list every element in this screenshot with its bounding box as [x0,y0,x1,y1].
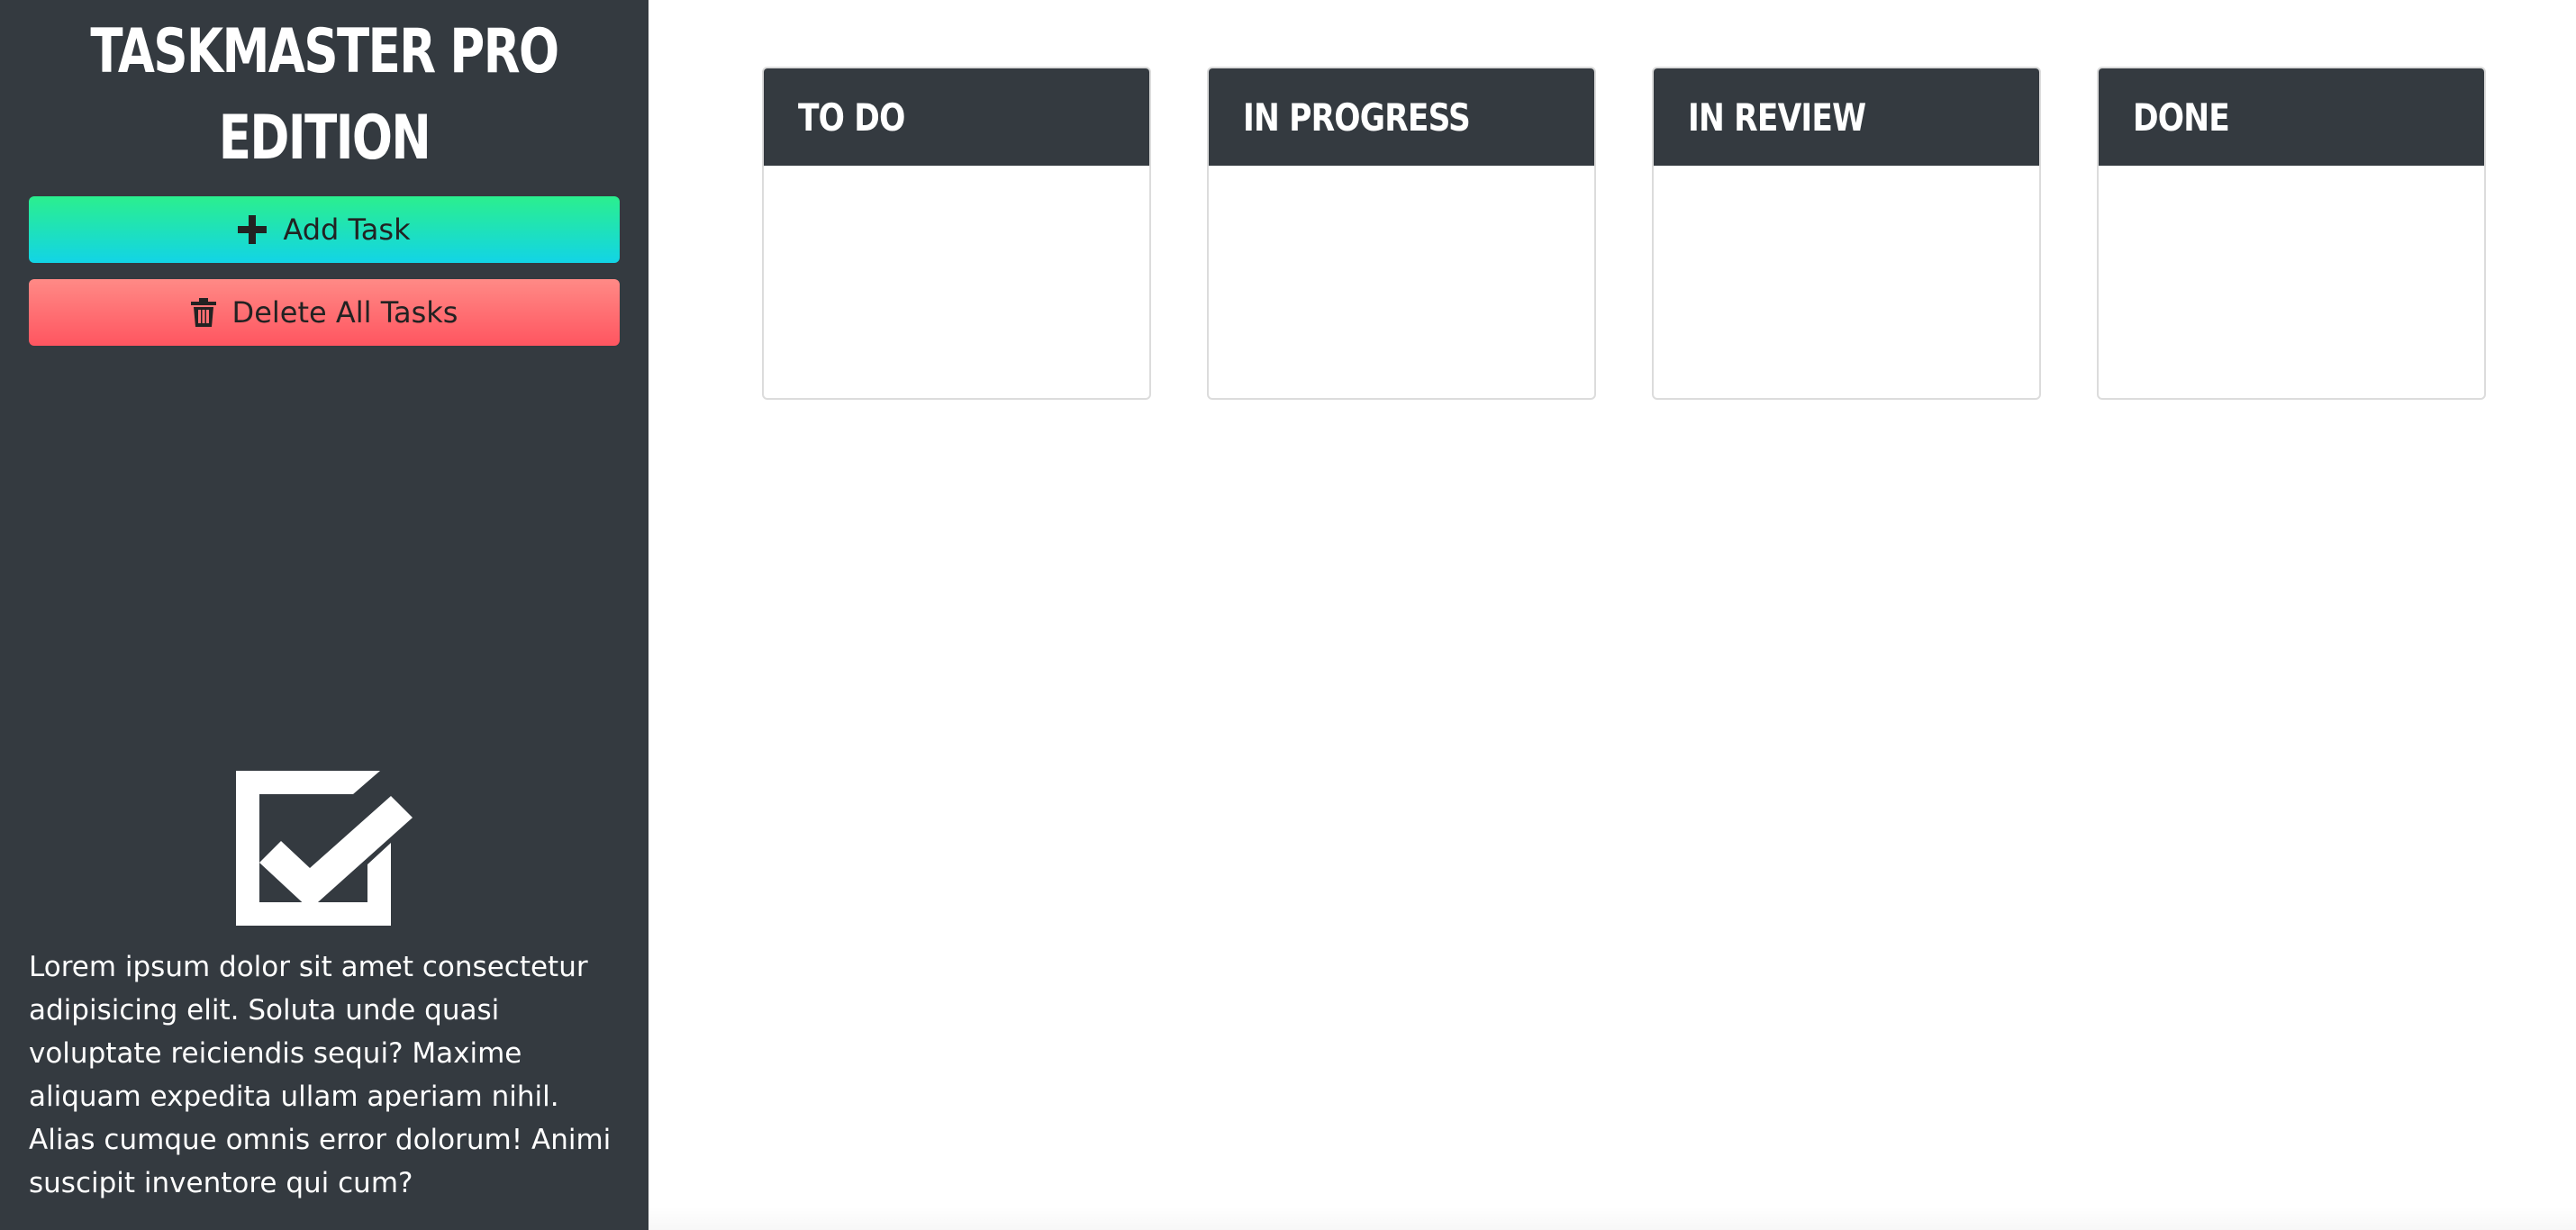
column-header: IN REVIEW [1654,68,2039,166]
column-dropzone[interactable] [1209,166,1594,398]
column-header: DONE [2099,68,2484,166]
app-title: TASKMASTER PRO EDITION [90,16,559,174]
column-title: IN PROGRESS [1243,95,1471,140]
plus-icon [238,215,268,244]
column-done: DONE [2097,67,2486,400]
column-in-progress: IN PROGRESS [1207,67,1596,400]
add-task-label: Add Task [283,213,411,247]
column-title: DONE [2133,95,2230,140]
column-in-review: IN REVIEW [1652,67,2041,400]
sidebar-description: Lorem ipsum dolor sit amet consectetur a… [29,951,612,1199]
bottom-edge-shadow [649,1207,2576,1230]
column-header: TO DO [764,68,1149,166]
trash-icon [190,298,216,327]
column-header: IN PROGRESS [1209,68,1594,166]
checkbox-checked-icon [236,771,413,926]
add-task-button[interactable]: Add Task [29,196,620,263]
column-title: IN REVIEW [1688,95,1866,140]
delete-all-tasks-button[interactable]: Delete All Tasks [29,279,620,346]
column-title: TO DO [798,95,905,140]
column-dropzone[interactable] [2099,166,2484,398]
column-to-do: TO DO [762,67,1151,400]
column-dropzone[interactable] [1654,166,2039,398]
delete-all-tasks-label: Delete All Tasks [231,295,458,330]
sidebar: TASKMASTER PRO EDITION Add Task Delete A… [0,0,649,1230]
column-dropzone[interactable] [764,166,1149,398]
